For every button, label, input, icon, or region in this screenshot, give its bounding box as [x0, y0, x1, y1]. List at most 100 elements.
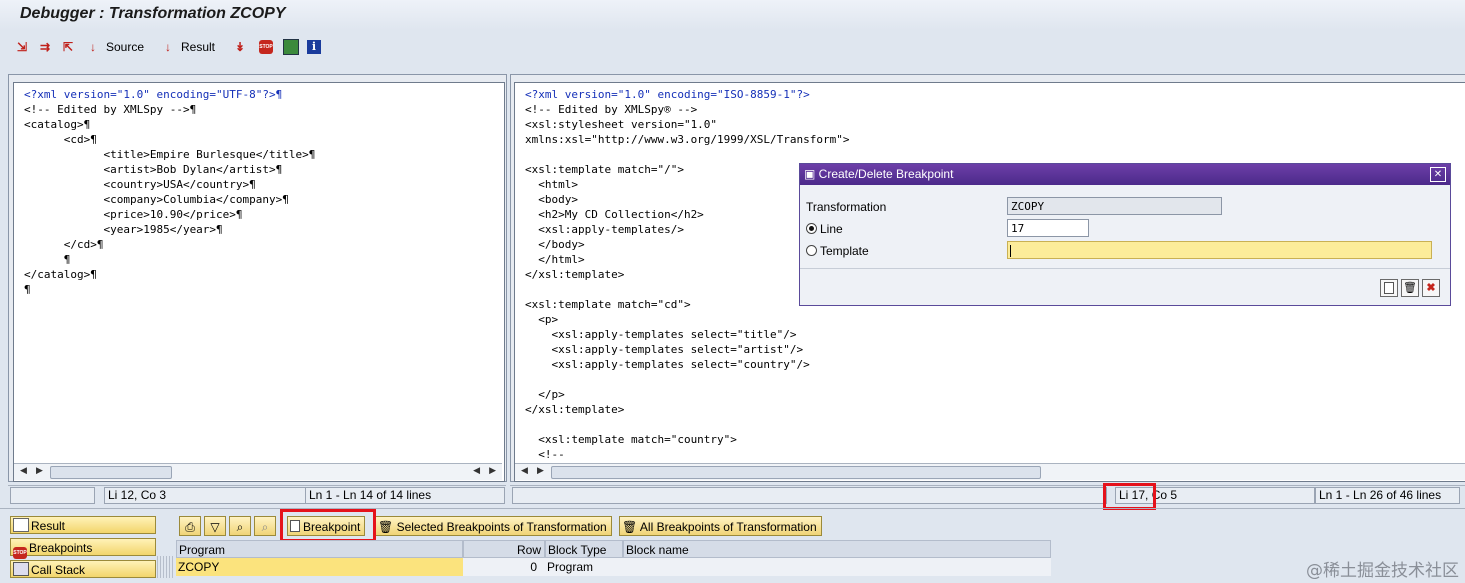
dialog-icon: ▣ — [804, 167, 819, 181]
delete-selected-label: Selected Breakpoints of Transformation — [396, 520, 607, 534]
code-line: <xsl:template match="cd"> — [525, 298, 691, 311]
col-block-type[interactable]: Block Type — [545, 540, 623, 558]
code-line: <?xml version="1.0" encoding="UTF-8"?>¶ — [24, 88, 283, 101]
line-radio[interactable] — [806, 223, 817, 234]
source-label: Source — [106, 40, 145, 54]
highlight-cursor-position — [1103, 483, 1156, 510]
scroll-thumb[interactable] — [551, 466, 1041, 479]
right-status-bar: Li 17, Co 5 Ln 1 - Ln 26 of 46 lines — [510, 485, 1465, 504]
code-line: <xsl:apply-templates select="artist"/> — [551, 343, 804, 356]
title-bar: Debugger : Transformation ZCOPY — [0, 0, 1465, 30]
cell-block-name[interactable] — [623, 558, 1051, 576]
down-arrow-icon: ↓ — [90, 40, 96, 54]
code-line: </xsl:template> — [525, 268, 625, 281]
template-input[interactable] — [1007, 241, 1432, 259]
code-line: </p> — [538, 388, 565, 401]
col-row[interactable]: Row — [463, 540, 545, 558]
dialog-title: Create/Delete Breakpoint — [818, 167, 954, 181]
filter-button[interactable]: ▽ — [204, 516, 226, 536]
col-program[interactable]: Program — [176, 540, 463, 558]
source-button[interactable]: ↓ Source — [90, 38, 144, 56]
stack-icon — [13, 562, 29, 576]
delete-selected-breakpoints-button[interactable]: 🗑 Selected Breakpoints of Transformation — [375, 516, 612, 536]
nav-result[interactable]: Result — [10, 516, 156, 534]
code-line: <xsl:apply-templates select="country"/> — [551, 358, 810, 371]
scroll-left-icon[interactable]: ◀ — [20, 465, 27, 476]
left-horizontal-scrollbar[interactable]: ◀ ▶ ◀ ▶ — [14, 463, 502, 480]
status-blank — [512, 487, 1107, 504]
code-line: <?xml version="1.0" encoding="ISO-8859-1… — [525, 88, 810, 101]
display-icon — [283, 39, 299, 55]
trash-icon: 🗑 — [378, 520, 397, 534]
code-line: <body> — [538, 193, 578, 206]
scroll-right-icon[interactable]: ▶ — [36, 465, 43, 476]
down-arrow-icon: ↓ — [165, 40, 171, 54]
dialog-divider — [800, 268, 1450, 269]
cell-program[interactable]: ZCOPY — [176, 558, 463, 576]
find-next-button[interactable]: ⌕ — [254, 516, 276, 536]
template-option[interactable]: Template — [806, 244, 869, 258]
left-line-range: Ln 1 - Ln 14 of 14 lines — [305, 487, 505, 504]
delete-button[interactable]: 🗑 — [1401, 279, 1419, 297]
step-over-button[interactable]: ⇉ — [40, 38, 56, 56]
row-selector[interactable] — [157, 556, 175, 578]
transformation-field: ZCOPY — [1007, 197, 1222, 215]
status-blank — [10, 487, 95, 504]
print-button[interactable]: ⎙ — [179, 516, 201, 536]
nav-breakpoints[interactable]: STOP Breakpoints — [10, 538, 156, 559]
delete-all-label: All Breakpoints of Transformation — [639, 520, 817, 534]
scroll-left-icon[interactable]: ◀ — [521, 465, 528, 476]
code-line: <company>Columbia</company>¶ — [103, 193, 289, 206]
nav-call-stack[interactable]: Call Stack — [10, 560, 156, 578]
line-label: Line — [820, 222, 843, 236]
step-into-button[interactable]: ⇲ — [17, 38, 33, 56]
filter-icon: ▽ — [210, 520, 220, 534]
left-cursor-position: Li 12, Co 3 — [104, 487, 309, 504]
line-option[interactable]: Line — [806, 222, 843, 236]
text-cursor — [1010, 245, 1011, 257]
delete-all-breakpoints-button[interactable]: 🗑 All Breakpoints of Transformation — [619, 516, 822, 536]
cancel-icon: ✖ — [1426, 282, 1436, 294]
highlight-breakpoint-button — [280, 509, 376, 542]
trash-icon: 🗑 — [1403, 282, 1417, 294]
print-icon: ⎙ — [185, 520, 195, 534]
info-icon: i — [307, 40, 321, 54]
info-button[interactable]: i — [307, 38, 323, 56]
result-button[interactable]: ↓ Result — [165, 38, 215, 56]
code-line: </xsl:template> — [525, 403, 625, 416]
toolbar: ⇲ ⇉ ⇱ ↓ Source ↓ Result ↡ STOP i — [0, 32, 1465, 62]
window-title: Debugger : Transformation ZCOPY — [20, 5, 286, 22]
splitter[interactable] — [0, 508, 1465, 509]
create-button[interactable] — [1380, 279, 1398, 297]
template-radio[interactable] — [806, 245, 817, 256]
scroll-right-icon[interactable]: ▶ — [489, 465, 496, 476]
cell-row[interactable]: 0 — [463, 558, 545, 576]
line-input[interactable]: 17 — [1007, 219, 1089, 237]
result-label: Result — [181, 40, 216, 54]
binoculars-icon: ⌕ — [236, 520, 244, 534]
step-return-button[interactable]: ⇱ — [63, 38, 79, 56]
code-line: <xsl:stylesheet version="1.0" — [525, 118, 718, 131]
right-horizontal-scrollbar[interactable]: ◀ ▶ — [515, 463, 1465, 480]
cell-block-type[interactable]: Program — [545, 558, 623, 576]
code-line: </cd>¶ — [63, 238, 104, 251]
code-line: <artist>Bob Dylan</artist>¶ — [103, 163, 283, 176]
find-button[interactable]: ⌕ — [229, 516, 251, 536]
cancel-button[interactable]: ✖ — [1422, 279, 1440, 297]
display-button[interactable] — [283, 38, 301, 56]
code-line: <h2>My CD Collection</h2> — [538, 208, 704, 221]
step-return-icon: ⇱ — [63, 40, 74, 54]
input-xml-editor[interactable]: <?xml version="1.0" encoding="UTF-8"?>¶ … — [13, 82, 505, 482]
close-icon[interactable]: ✕ — [1430, 167, 1446, 182]
input-xml-code: <?xml version="1.0" encoding="UTF-8"?>¶ … — [14, 83, 504, 297]
code-line: <year>1985</year>¶ — [103, 223, 223, 236]
code-line: <xsl:template match="country"> — [538, 433, 737, 446]
code-line: <!-- — [538, 448, 565, 461]
scroll-right-icon[interactable]: ▶ — [537, 465, 544, 476]
col-block-name[interactable]: Block name — [623, 540, 1051, 558]
step-over-icon: ⇉ — [40, 40, 51, 54]
continue-button[interactable]: ↡ — [235, 38, 251, 56]
stop-button[interactable]: STOP — [259, 38, 275, 56]
scroll-thumb[interactable] — [50, 466, 172, 479]
scroll-left-icon[interactable]: ◀ — [473, 465, 480, 476]
